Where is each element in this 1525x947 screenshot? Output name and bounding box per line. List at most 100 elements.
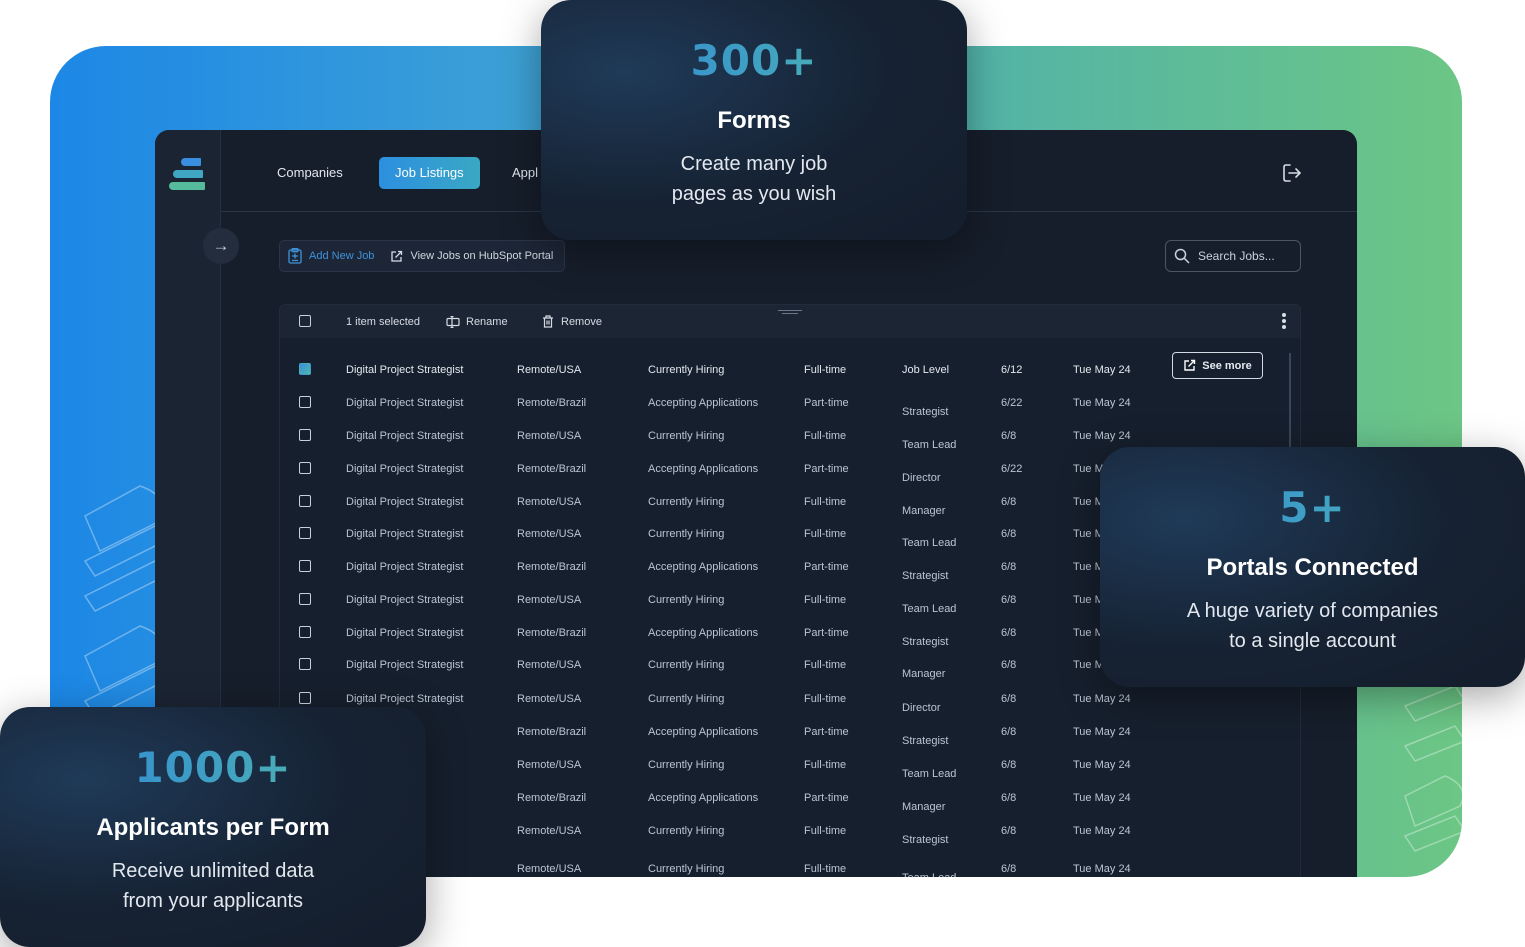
table-row[interactable]: Digital Project Strategist Remote/Brazil A… <box>280 386 1300 419</box>
row-checkbox[interactable] <box>299 626 311 638</box>
logout-icon[interactable] <box>1281 162 1303 184</box>
location-cell: Remote/USA <box>517 759 582 771</box>
status-cell: Accepting Applications <box>648 726 759 738</box>
row-checkbox[interactable] <box>299 396 311 408</box>
location-cell: Remote/USA <box>517 693 582 705</box>
forms-title: Forms <box>717 107 791 134</box>
location-cell: Remote/USA <box>517 825 582 837</box>
applicants-count: 1000+ <box>0 743 426 792</box>
job-level-cell: Director <box>902 472 941 484</box>
table-row[interactable]: rategistRemote/BrazilAccepting Applicati… <box>280 781 1300 814</box>
employment-type-cell: Part-time <box>804 627 849 639</box>
applicants-ratio-cell: 6/8 <box>1001 759 1017 771</box>
forms-description: Create many job pages as you wish <box>671 153 837 205</box>
employment-type-cell: Full-time <box>804 693 847 705</box>
status-cell: Currently Hiring <box>648 693 725 705</box>
stat-card-forms: 300+ Forms Create many job pages as you … <box>541 0 967 240</box>
date-cell: Tue May 24 <box>1073 364 1131 376</box>
trash-icon <box>543 315 553 328</box>
employment-type-cell: Part-time <box>804 463 849 475</box>
status-cell: Accepting Applications <box>648 561 759 573</box>
view-jobs-label: View Jobs on HubSpot Portal <box>410 250 554 262</box>
row-checkbox[interactable] <box>299 363 311 375</box>
job-title-cell: Digital Project Strategist <box>346 463 464 475</box>
job-level-cell: Team Lead <box>902 439 957 451</box>
row-checkbox[interactable] <box>299 692 311 704</box>
external-link-icon <box>1184 359 1196 371</box>
employment-type-cell: Part-time <box>804 397 849 409</box>
location-cell: Remote/Brazil <box>517 726 587 738</box>
status-cell: Currently Hiring <box>648 496 725 508</box>
add-new-job-button[interactable]: Add New Job <box>280 248 382 264</box>
external-link-icon <box>391 250 403 262</box>
applicants-ratio-cell: 6/22 <box>1001 463 1023 475</box>
see-more-button[interactable]: See more <box>1172 352 1263 379</box>
table-row[interactable]: rategistRemote/USACurrently HiringFull-t… <box>280 748 1300 781</box>
location-cell: Remote/Brazil <box>517 463 587 475</box>
employment-type-cell: Full-time <box>804 759 847 771</box>
table-row[interactable]: Digital Project Strategist Remote/USA Curr… <box>280 352 1300 386</box>
date-cell: Tue May 24 <box>1073 759 1131 771</box>
status-cell: Accepting Applications <box>648 463 759 475</box>
table-row[interactable]: rategistRemote/BrazilAccepting Applicati… <box>280 715 1300 748</box>
rename-button[interactable]: Rename <box>446 315 508 328</box>
job-title-cell: Digital Project Strategist <box>346 659 464 671</box>
job-level-cell: Manager <box>902 801 946 813</box>
view-jobs-hubspot-link[interactable]: View Jobs on HubSpot Portal <box>382 250 561 263</box>
row-checkbox[interactable] <box>299 462 311 474</box>
portals-description: A huge variety of companies to a single … <box>1186 600 1439 652</box>
tab-job-listings[interactable]: Job Listings <box>379 157 480 189</box>
employment-type-cell: Full-time <box>804 594 847 606</box>
status-cell: Currently Hiring <box>648 364 725 376</box>
location-cell: Remote/USA <box>517 659 582 671</box>
table-scrollbar[interactable] <box>1289 353 1291 449</box>
kebab-menu-icon[interactable] <box>1282 313 1286 331</box>
row-checkbox[interactable] <box>299 429 311 441</box>
table-row[interactable]: rategistRemote/USACurrently HiringFull-t… <box>280 852 1300 877</box>
remove-button[interactable]: Remove <box>542 315 602 328</box>
clipboard-icon <box>288 248 302 264</box>
drag-handle[interactable] <box>778 310 802 316</box>
row-checkbox[interactable] <box>299 560 311 572</box>
applicants-ratio-cell: 6/8 <box>1001 863 1017 875</box>
row-checkbox[interactable] <box>299 593 311 605</box>
tab-companies[interactable]: Companies <box>261 157 359 189</box>
portals-count: 5+ <box>1100 483 1525 532</box>
applicants-ratio-cell: 6/8 <box>1001 825 1017 837</box>
applicants-ratio-cell: 6/8 <box>1001 627 1017 639</box>
job-title-cell: Digital Project Strategist <box>346 528 464 540</box>
row-checkbox[interactable] <box>299 658 311 670</box>
job-title-cell: Digital Project Strategist <box>346 693 464 705</box>
job-level-cell: Team Lead <box>902 768 957 780</box>
row-checkbox[interactable] <box>299 495 311 507</box>
select-all-checkbox[interactable] <box>299 315 311 327</box>
date-cell: Tue May 24 <box>1073 825 1131 837</box>
job-title-cell: Digital Project Strategist <box>346 627 464 639</box>
date-cell: Tue May 24 <box>1073 792 1131 804</box>
applicants-ratio-cell: 6/8 <box>1001 659 1017 671</box>
status-cell: Currently Hiring <box>648 659 725 671</box>
expand-sidebar-button[interactable]: → <box>203 228 239 264</box>
employment-type-cell: Full-time <box>804 659 847 671</box>
status-cell: Currently Hiring <box>648 863 725 875</box>
applicants-ratio-cell: 6/8 <box>1001 528 1017 540</box>
job-level-cell: Team Lead <box>902 603 957 615</box>
job-level-cell: Strategist <box>902 406 949 418</box>
applicants-ratio-cell: 6/8 <box>1001 693 1017 705</box>
date-cell: Tue May 24 <box>1073 863 1131 875</box>
job-title-cell: Digital Project Strategist <box>346 561 464 573</box>
search-jobs-input[interactable]: Search Jobs... <box>1165 240 1301 272</box>
employment-type-cell: Full-time <box>804 528 847 540</box>
applicants-ratio-cell: 6/8 <box>1001 430 1017 442</box>
table-row[interactable]: rategistRemote/USACurrently HiringFull-t… <box>280 814 1300 847</box>
arrow-right-icon: → <box>212 236 230 255</box>
table-toolbar: 1 item selected Rename Remove <box>280 305 1300 338</box>
employment-type-cell: Part-time <box>804 792 849 804</box>
job-level-cell: Manager <box>902 668 946 680</box>
job-level-cell: Strategist <box>902 636 949 648</box>
add-new-job-label: Add New Job <box>309 250 375 262</box>
row-checkbox[interactable] <box>299 527 311 539</box>
applicants-ratio-cell: 6/8 <box>1001 561 1017 573</box>
portals-title: Portals Connected <box>1206 554 1419 581</box>
location-cell: Remote/USA <box>517 594 582 606</box>
